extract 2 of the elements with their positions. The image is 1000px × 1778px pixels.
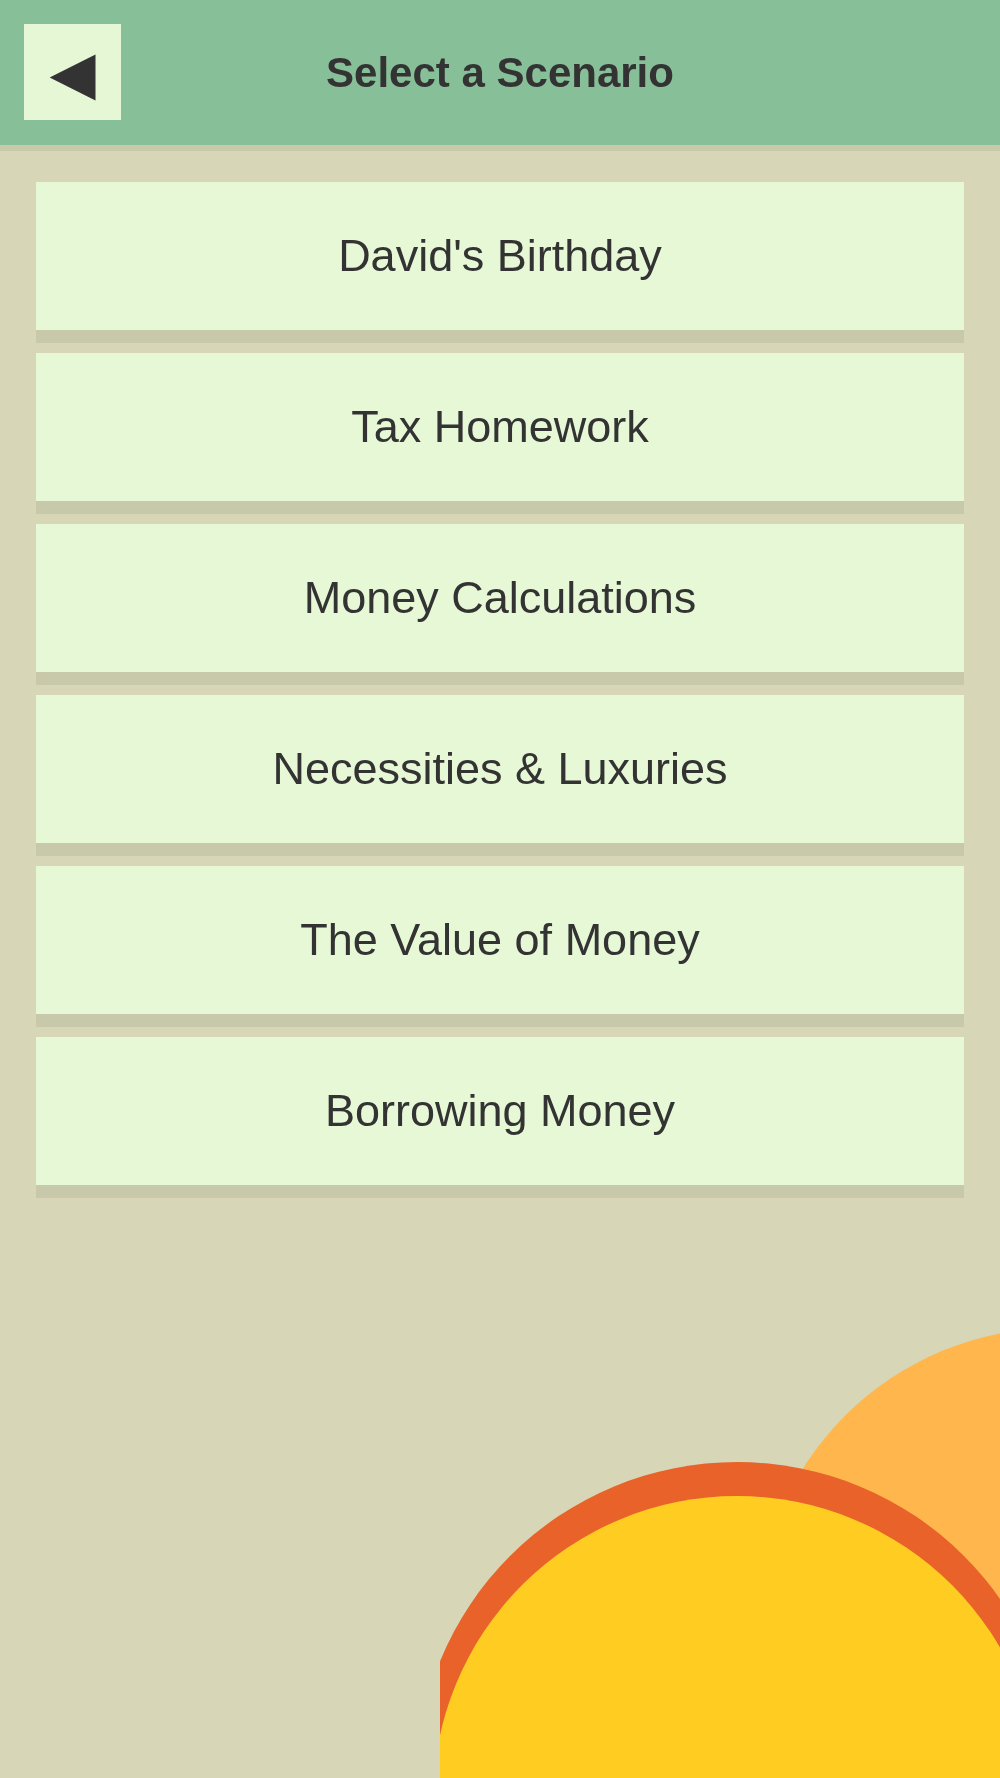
- back-button[interactable]: ◀: [24, 24, 121, 120]
- screen-title: Select a Scenario: [326, 48, 674, 97]
